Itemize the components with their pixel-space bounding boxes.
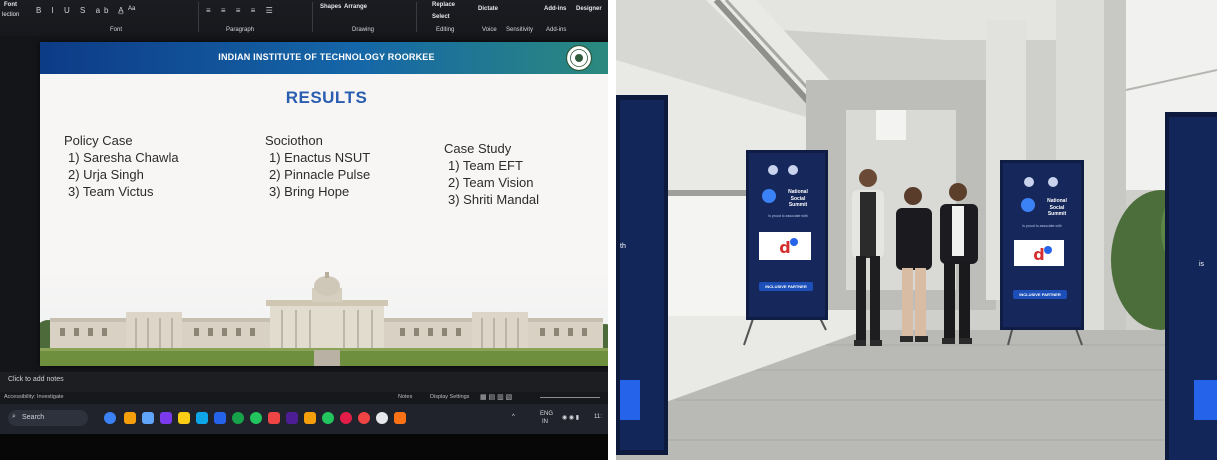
app-icon[interactable] [394,412,406,424]
ribbon-group-sensitivity: Sensitivity [506,27,534,33]
app-icon[interactable] [340,412,352,424]
ribbon-group-drawing: Drawing [352,27,375,33]
zoom-slider[interactable] [540,397,600,398]
result-item: 2) Team Vision [448,175,534,190]
dictate-button[interactable]: Dictate [478,6,498,12]
replace-button[interactable]: Replace [432,2,455,8]
slide-banner-text: INDIAN INSTITUTE OF TECHNOLOGY ROORKEE [218,52,435,62]
region-indicator[interactable]: IN [542,419,548,425]
edge-standee-text: th [620,243,626,250]
notes-placeholder[interactable]: Click to add notes [8,376,64,383]
result-item: 3) Shriti Mandal [448,192,540,207]
ribbon-divider [312,2,313,32]
ribbon-group-paragraph: Paragraph [226,27,255,33]
results-column-case-study: Case Study 1) Team EFT 2) Team Vision 3)… [444,140,539,208]
taskbar-search[interactable]: ⌕ Search [8,410,88,426]
standee-tagline: is proud to associate with [1022,224,1062,228]
display-settings-button[interactable]: Display Settings [430,394,469,400]
designer-button[interactable]: Designer [576,6,602,12]
whatsapp-icon[interactable] [322,412,334,424]
standee-partner-label: INCLUSIVE PARTNER [759,282,813,291]
slide-canvas[interactable]: INDIAN INSTITUTE OF TECHNOLOGY ROORKEE R… [40,42,608,366]
ribbon-divider [416,2,417,32]
svg-text:d: d [779,238,790,257]
teams-icon[interactable] [160,412,172,424]
language-indicator[interactable]: ENG [540,411,553,417]
widgets-icon[interactable] [124,412,136,424]
ribbon-divider [198,2,199,32]
results-column-policy-case: Policy Case 1) Saresha Chawla 2) Urja Si… [64,132,179,200]
store-icon[interactable] [214,412,226,424]
addins-button[interactable]: Add-ins [544,6,566,12]
standee-title: National Social Summit [1035,198,1079,218]
taskbar-clock[interactable]: 11: [594,414,602,420]
chrome-icon[interactable] [232,412,244,424]
ribbon-group-voice: Voice [482,27,497,33]
standee-title-line: Summit [788,202,808,208]
summit-hallway-photo: d d National Social Summit is proud to a… [616,0,1217,460]
standee-partner-label: INCLUSIVE PARTNER [1013,290,1067,299]
wifi-volume-battery-icons[interactable]: ◉ ◉ ▮ [562,414,579,421]
tray-chevron-icon[interactable]: ^ [512,414,515,420]
laptop-screen-photo: Font lection B I U S ab A̲ Aa Font ≡ ≡ ≡… [0,0,608,460]
ribbon-group-addins: Add-ins [546,27,567,33]
standee-title-line: Summit [1047,211,1067,217]
ribbon-group-editing: Editing [436,27,455,33]
laptop-bezel [0,434,608,460]
shapes-button[interactable]: Shapes [320,4,341,10]
font-size-button[interactable]: Aa [128,6,135,12]
result-item: 1) Saresha Chawla [68,150,179,165]
view-mode-icons[interactable]: ▦ ▤ ▥ ▧ [480,393,512,401]
column-heading: Policy Case [64,133,133,148]
ribbon-group-font: Font [110,27,123,33]
file-explorer-icon[interactable] [178,412,190,424]
edge-standee-text: is [1199,261,1205,268]
institute-building-image [40,266,608,366]
notes-toggle[interactable]: Notes [398,394,412,400]
hallway-scene: d d [616,0,1217,460]
app-icon[interactable] [358,412,370,424]
result-item: 3) Bring Hope [269,184,350,199]
powerpoint-icon[interactable] [268,412,280,424]
photo-collage: Font lection B I U S ab A̲ Aa Font ≡ ≡ ≡… [0,0,1217,460]
edge-icon[interactable] [196,412,208,424]
result-item: 2) Pinnacle Pulse [269,167,371,182]
windows-taskbar: ⌕ Search ^ ENG IN ◉ ◉ ▮ 11: [0,404,608,434]
task-view-icon[interactable] [142,412,154,424]
result-item: 2) Urja Singh [68,167,144,182]
accessibility-status[interactable]: Accessibility: Investigate [4,394,64,400]
slide-title: RESULTS [285,88,368,107]
app-icon[interactable] [304,412,316,424]
column-heading: Sociothon [265,133,323,148]
result-item: 1) Team EFT [448,158,523,173]
standee-title: National Social Summit [776,189,820,209]
paragraph-align-icons[interactable]: ≡ ≡ ≡ ≡ ☰ [206,6,277,15]
arrange-button[interactable]: Arrange [344,4,367,10]
font-format-icons[interactable]: B I U S ab A̲ [36,6,128,15]
ribbon-selection-fragment[interactable]: lection [2,12,19,18]
standee-tagline: is proud to associate with [768,214,808,218]
powerpoint-ribbon: Font lection B I U S ab A̲ Aa Font ≡ ≡ ≡… [0,0,608,36]
copilot-icon[interactable] [104,412,116,424]
institute-seal-icon [565,44,593,72]
search-icon: ⌕ [12,413,16,420]
spotify-icon[interactable] [250,412,262,424]
app-icon[interactable] [376,412,388,424]
select-button[interactable]: Select [432,14,450,20]
premiere-icon[interactable] [286,412,298,424]
svg-text:d: d [1033,245,1044,264]
ribbon-font-fragment[interactable]: Font [4,2,17,8]
result-item: 3) Team Victus [68,184,154,199]
column-heading: Case Study [444,141,512,156]
results-column-sociothon: Sociothon 1) Enactus NSUT 2) Pinnacle Pu… [265,132,370,200]
search-label: Search [22,414,45,421]
speaker-notes-bar[interactable]: Click to add notes [0,372,608,392]
result-item: 1) Enactus NSUT [269,150,371,165]
status-bar: Accessibility: Investigate Notes Display… [0,392,608,404]
